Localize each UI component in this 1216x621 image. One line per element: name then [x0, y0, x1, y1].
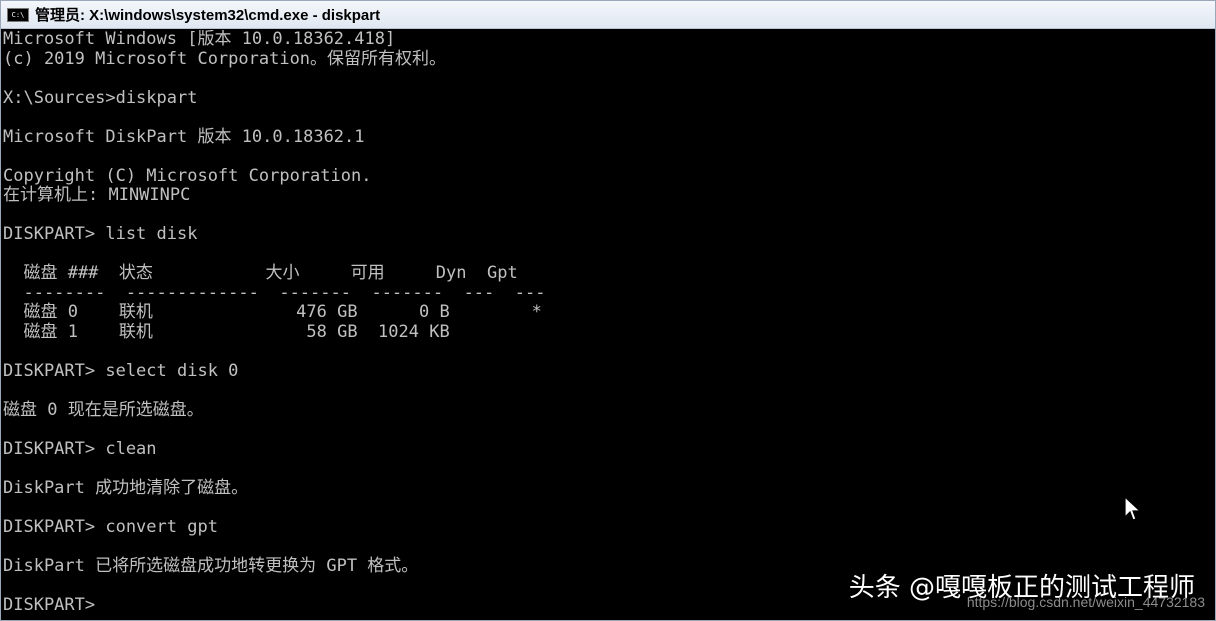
title-bar[interactable]: C:\ 管理员: X:\windows\system32\cmd.exe - d…	[1, 1, 1215, 29]
mouse-pointer-icon	[1124, 495, 1142, 521]
console-line: DISKPART> select disk 0	[3, 360, 239, 381]
console-line: 磁盘 0 现在是所选磁盘。	[3, 399, 204, 420]
console-line: X:\Sources>diskpart	[3, 87, 198, 108]
console-line: DISKPART> list disk	[3, 224, 198, 244]
console-line: Microsoft DiskPart 版本 10.0.18362.1	[3, 126, 365, 147]
console-line: 在计算机上: MINWINPC	[3, 185, 191, 205]
console-line: DISKPART> clean	[3, 438, 157, 459]
console-line: 磁盘 1 联机 58 GB 1024 KB	[3, 321, 450, 342]
console-line: DISKPART> convert gpt	[3, 516, 218, 537]
console-line: DiskPart 成功地清除了磁盘。	[3, 477, 249, 498]
console-line: Copyright (C) Microsoft Corporation.	[3, 165, 372, 186]
console-output[interactable]: Microsoft Windows [版本 10.0.18362.418] (c)…	[3, 30, 1213, 620]
cmd-window: C:\ 管理员: X:\windows\system32\cmd.exe - d…	[0, 0, 1216, 621]
console-line: Microsoft Windows [版本 10.0.18362.418]	[3, 30, 396, 49]
cmd-icon[interactable]: C:\	[7, 7, 29, 22]
console-line: (c) 2019 Microsoft Corporation。保留所有权利。	[3, 48, 447, 69]
window-title: 管理员: X:\windows\system32\cmd.exe - diskp…	[35, 7, 381, 24]
console-line: 磁盘 0 联机 476 GB 0 B *	[3, 302, 542, 322]
console-line: 磁盘 ### 状态 大小 可用 Dyn Gpt	[3, 263, 518, 283]
watermark-url: https://blog.csdn.net/weixin_44732183	[966, 594, 1205, 610]
console-line: -------- ------------- ------- ------- -…	[3, 282, 546, 303]
